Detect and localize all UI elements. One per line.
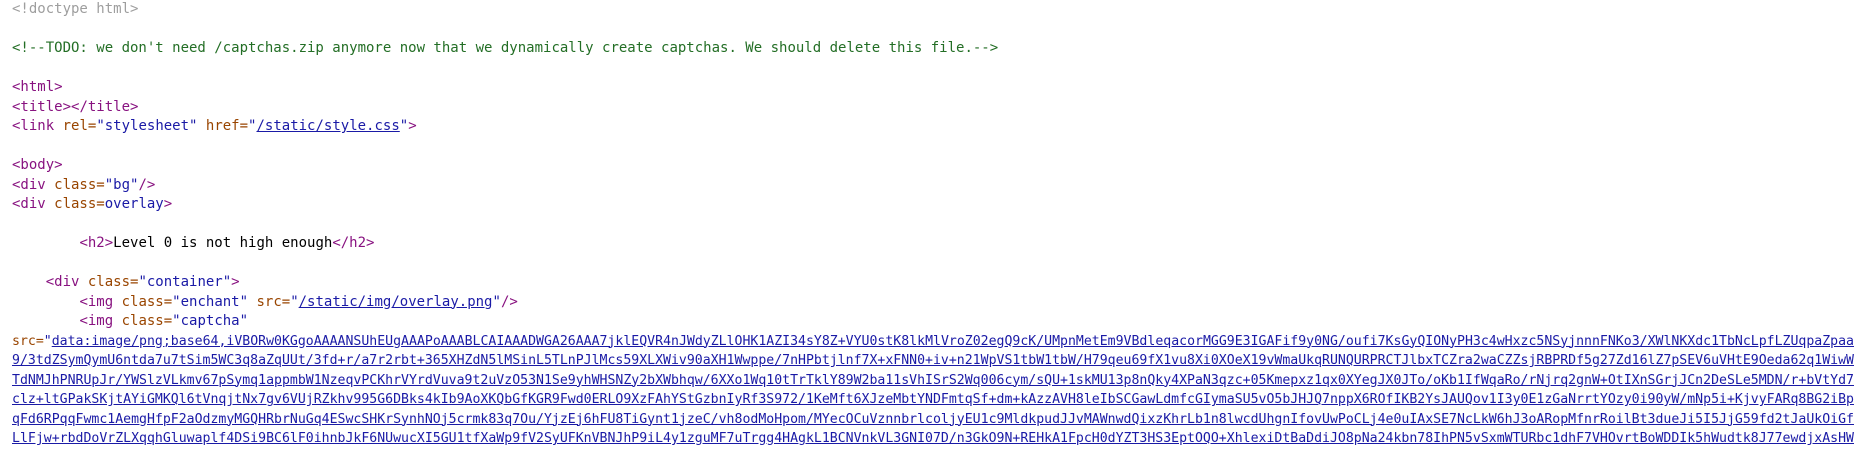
href-attr: href= (197, 118, 249, 134)
html-open-line: <html> (12, 78, 1860, 98)
container-class-value: "container" (138, 274, 232, 290)
todo-comment: <!--TODO: we don't need /captchas.zip an… (12, 40, 999, 56)
captcha-base64-data-link[interactable]: data:image/png;base64,iVBORw0KGgoAAAANSU… (12, 334, 1854, 449)
title-line: <title></title> (12, 98, 1860, 118)
stylesheet-link[interactable]: /static/style.css (256, 118, 399, 134)
overlay-class-value: overlay (104, 196, 164, 212)
doctype-line: <!doctype html> (12, 0, 1860, 20)
doctype: <!doctype html> (12, 1, 139, 17)
rel-attr: rel= (54, 118, 97, 134)
page-source-view: <!doctype html> <!--TODO: we don't need … (0, 0, 1860, 449)
overlay-image-link[interactable]: /static/img/overlay.png (299, 294, 493, 310)
html-open-tag: <html> (12, 79, 63, 95)
body-open-tag: <body> (12, 157, 63, 173)
captcha-img-line: <img class="captcha" (79, 313, 249, 329)
container-div-line: <div class="container"> (45, 274, 240, 290)
body-open-line: <body> (12, 156, 1860, 176)
rel-value: "stylesheet" (96, 118, 198, 134)
captcha-class-value: "captcha" (172, 313, 249, 329)
link-line: <link rel="stylesheet" href="/static/sty… (12, 118, 417, 134)
overlay-div-line: <div class=overlay> (12, 196, 173, 212)
todo-comment-line: <!--TODO: we don't need /captchas.zip an… (12, 39, 1860, 59)
bg-class-value: "bg" (104, 176, 139, 193)
level-heading-text: Level 0 is not high enough (113, 235, 333, 251)
bg-div-line: <div class="bg"/> (12, 176, 156, 193)
title-open-tag: <title> (12, 98, 72, 115)
captcha-src-line: src="data:image/png;base64,iVBORw0KGgoAA… (12, 332, 1860, 449)
enchant-class-value: "enchant" (172, 293, 249, 310)
h2-line: <h2>Level 0 is not high enough</h2> (79, 235, 375, 251)
enchant-img-line: <img class="enchant" src="/static/img/ov… (79, 293, 518, 310)
title-close-tag: </title> (71, 98, 139, 115)
link-open-tag: <link (12, 118, 55, 134)
